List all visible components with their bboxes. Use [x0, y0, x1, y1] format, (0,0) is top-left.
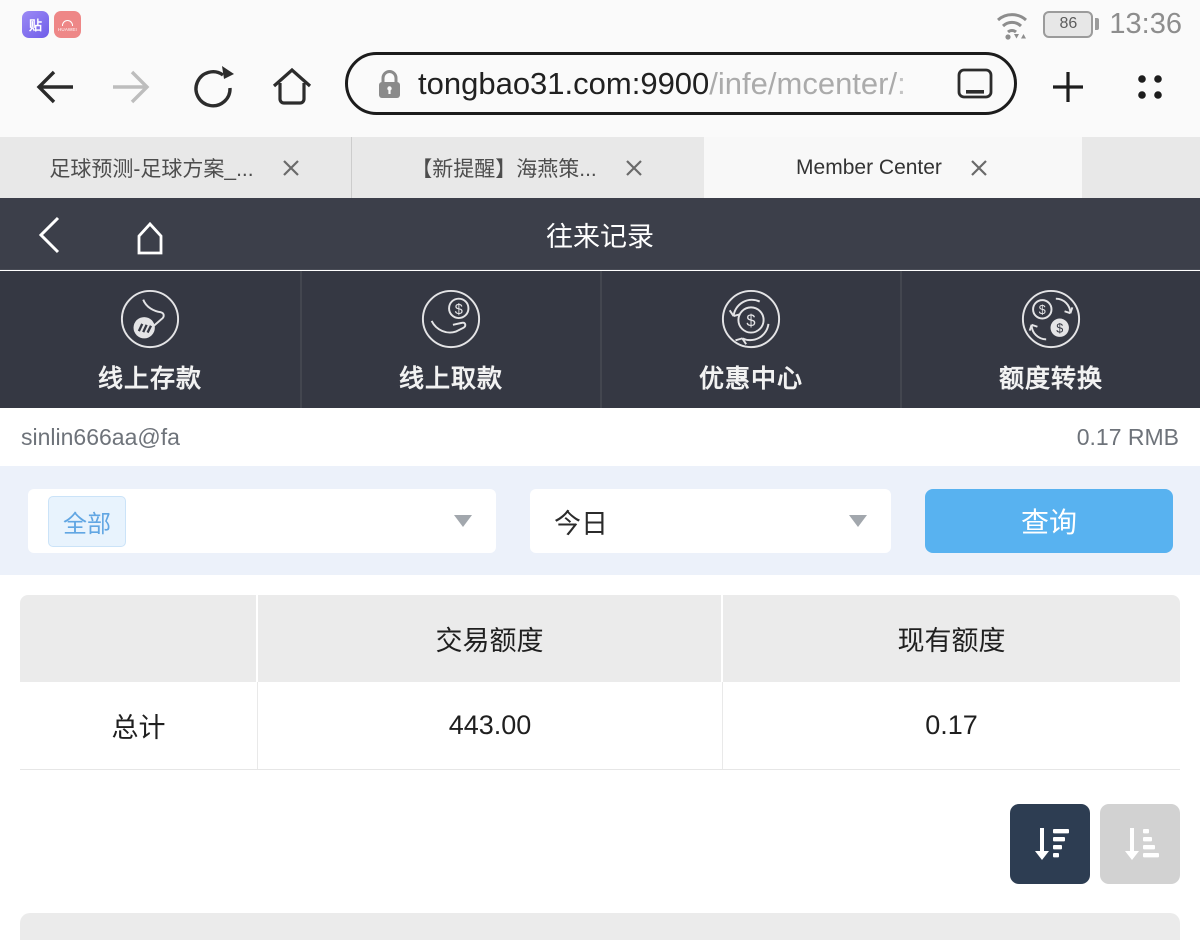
tab-haiyan-alert[interactable]: 【新提醒】海燕策...: [352, 137, 704, 198]
screen: 贴 HUAWEI 86: [0, 0, 1200, 940]
tab-title: Member Center: [796, 156, 942, 180]
forward-arrow-icon: [110, 64, 156, 110]
table-row-total: 总计 443.00 0.17: [20, 682, 1180, 770]
new-tab-button[interactable]: [1044, 45, 1092, 128]
sort-ascending-button[interactable]: [1100, 804, 1180, 884]
battery-level: 86: [1060, 15, 1078, 33]
header-transaction-amount: 交易额度: [258, 595, 723, 682]
transfer-icon: $ $: [1020, 288, 1082, 350]
header-current-amount: 现有额度: [723, 595, 1180, 682]
tab-title: 【新提醒】海燕策...: [411, 153, 597, 183]
browser-toolbar: tongbao31.com:9900/infe/mcenter/:: [0, 45, 1200, 128]
browser-chrome: 贴 HUAWEI 86: [0, 0, 1200, 137]
nav-label: 优惠中心: [699, 359, 803, 395]
close-tab-icon[interactable]: [623, 157, 645, 179]
sort-descending-icon: [1026, 820, 1074, 868]
battery-icon: 86: [1043, 11, 1099, 38]
total-current-amount: 0.17: [723, 682, 1180, 769]
type-filter-value: 全部: [48, 496, 126, 547]
svg-text:$: $: [746, 312, 755, 330]
plus-icon: [1047, 66, 1089, 108]
back-button[interactable]: [28, 45, 78, 128]
svg-text:$: $: [455, 302, 463, 318]
header-empty-cell: [20, 595, 258, 682]
nav-online-withdraw[interactable]: $ 线上取款: [300, 271, 600, 408]
lock-icon: [374, 66, 404, 102]
close-tab-icon[interactable]: [280, 157, 302, 179]
wifi-icon: [993, 6, 1033, 42]
summary-table: 交易额度 现有额度 总计 443.00 0.17: [20, 595, 1180, 770]
total-transaction-amount: 443.00: [258, 682, 723, 769]
tab-football-predict[interactable]: 足球预测-足球方案_...: [0, 137, 352, 198]
sort-ascending-icon: [1116, 820, 1164, 868]
huawei-store-label: HUAWEI: [58, 27, 77, 32]
promotion-icon: $: [720, 288, 782, 350]
table-header-row: 交易额度 现有额度: [20, 595, 1180, 682]
account-username: sinlin666aa@fa: [21, 424, 180, 451]
nav-label: 线上存款: [98, 359, 202, 395]
shopping-bag-icon: [62, 20, 73, 26]
four-dot-menu-icon: [1132, 69, 1168, 105]
nav-label: 线上取款: [399, 359, 503, 395]
nav-credit-transfer[interactable]: $ $ 额度转换: [900, 271, 1200, 408]
chevron-down-icon: [849, 515, 867, 527]
clock: 13:36: [1109, 8, 1182, 41]
account-balance: 0.17 RMB: [1077, 424, 1179, 451]
status-bar: 贴 HUAWEI 86: [0, 0, 1200, 45]
back-arrow-icon: [30, 64, 76, 110]
type-filter-dropdown[interactable]: 全部: [28, 489, 496, 553]
url-text: tongbao31.com:9900/infe/mcenter/:: [418, 66, 954, 102]
svg-text:$: $: [1039, 303, 1046, 317]
filter-bar: 全部 今日 查询: [0, 466, 1200, 575]
next-table-header-sliver: [20, 913, 1180, 940]
status-indicators: 86 13:36: [993, 7, 1182, 41]
page-title: 往来记录: [0, 198, 1200, 270]
total-label: 总计: [20, 682, 258, 769]
tab-strip: 足球预测-足球方案_... 【新提醒】海燕策... Member Center: [0, 137, 1200, 198]
withdraw-icon: $: [420, 288, 482, 350]
reload-icon: [190, 64, 236, 110]
page-header: 往来记录: [0, 198, 1200, 270]
url-bar[interactable]: tongbao31.com:9900/infe/mcenter/:: [345, 52, 1017, 115]
deposit-icon: [119, 288, 181, 350]
tab-title: 足球预测-足球方案_...: [49, 153, 253, 183]
nav-label: 额度转换: [999, 359, 1103, 395]
reload-button[interactable]: [188, 45, 238, 128]
huawei-store-app-icon: HUAWEI: [54, 11, 81, 38]
tieba-app-label: 贴: [29, 15, 42, 34]
url-host: tongbao31.com:9900: [418, 66, 709, 101]
nav-promotion-center[interactable]: $ 优惠中心: [600, 271, 900, 408]
nav-online-deposit[interactable]: 线上存款: [0, 271, 300, 408]
date-filter-dropdown[interactable]: 今日: [530, 489, 891, 553]
home-icon: [268, 63, 316, 111]
url-path: /infe/mcenter/: [709, 66, 897, 101]
search-button[interactable]: 查询: [925, 489, 1173, 553]
date-filter-value: 今日: [554, 502, 608, 541]
home-button[interactable]: [266, 45, 318, 128]
url-truncated: :: [897, 66, 904, 102]
menu-button[interactable]: [1126, 45, 1174, 128]
chevron-down-icon: [454, 515, 472, 527]
close-tab-icon[interactable]: [968, 157, 990, 179]
svg-text:$: $: [1056, 322, 1063, 336]
forward-button[interactable]: [108, 45, 158, 128]
tab-member-center-active[interactable]: Member Center: [704, 137, 1082, 198]
quick-nav: 线上存款 $ 线上取款 $ 优惠中心: [0, 271, 1200, 408]
desktop-mode-icon[interactable]: [954, 63, 996, 105]
account-row: sinlin666aa@fa 0.17 RMB: [0, 408, 1200, 466]
sort-descending-button[interactable]: [1010, 804, 1090, 884]
tieba-app-icon: 贴: [22, 11, 49, 38]
